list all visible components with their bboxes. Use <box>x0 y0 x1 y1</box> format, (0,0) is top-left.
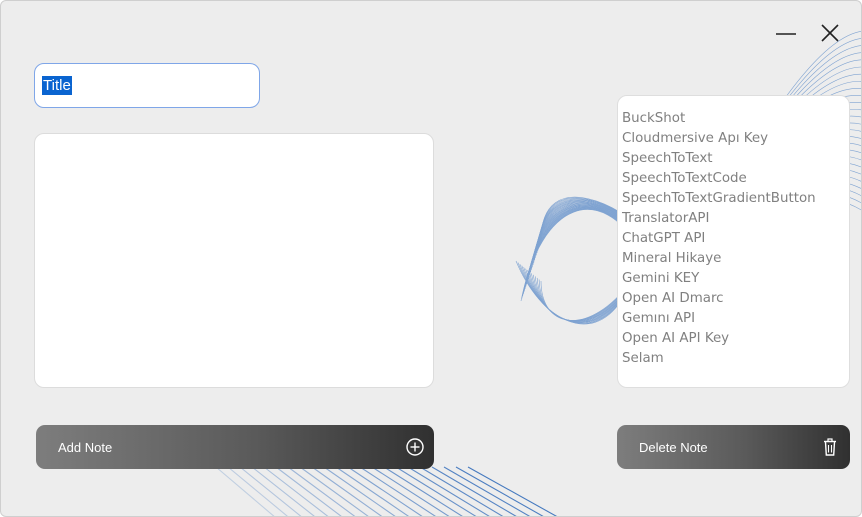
plus-circle-icon <box>406 438 424 456</box>
list-item[interactable]: SpeechToTextCode <box>622 169 849 189</box>
list-item[interactable]: Cloudmersive Apı Key <box>622 129 849 149</box>
note-body-textarea[interactable] <box>34 133 434 388</box>
list-item[interactable]: BuckShot <box>622 109 849 129</box>
list-item[interactable]: SpeechToText <box>622 149 849 169</box>
list-item[interactable]: SpeechToTextGradientButton <box>622 189 849 209</box>
list-item[interactable]: Open AI Dmarc <box>622 289 849 309</box>
list-item[interactable]: TranslatorAPI <box>622 209 849 229</box>
list-item[interactable]: Open AI API Key <box>622 329 849 349</box>
notes-list[interactable]: BuckShot Cloudmersive Apı Key SpeechToText… <box>617 95 850 388</box>
delete-note-label: Delete Note <box>639 439 708 455</box>
list-item[interactable]: Mineral Hikaye <box>622 249 849 269</box>
list-item[interactable]: Gemini KEY <box>622 269 849 289</box>
title-input[interactable]: Title <box>34 63 260 108</box>
app-window: Title BuckShot Cloudmersive Apı Key Speech… <box>0 0 862 517</box>
trash-icon <box>824 438 836 456</box>
close-button[interactable] <box>814 19 846 47</box>
list-item[interactable]: Selam <box>622 349 849 369</box>
delete-note-button[interactable]: Delete Note <box>617 425 850 469</box>
add-note-button[interactable]: Add Note <box>36 425 434 469</box>
minimize-icon <box>776 33 796 35</box>
add-note-label: Add Note <box>58 439 113 455</box>
title-input-value: Title <box>42 76 72 95</box>
list-item[interactable]: ChatGPT API <box>622 229 849 249</box>
close-icon <box>821 24 839 42</box>
minimize-button[interactable] <box>770 19 802 47</box>
list-item[interactable]: Gemını API <box>622 309 849 329</box>
